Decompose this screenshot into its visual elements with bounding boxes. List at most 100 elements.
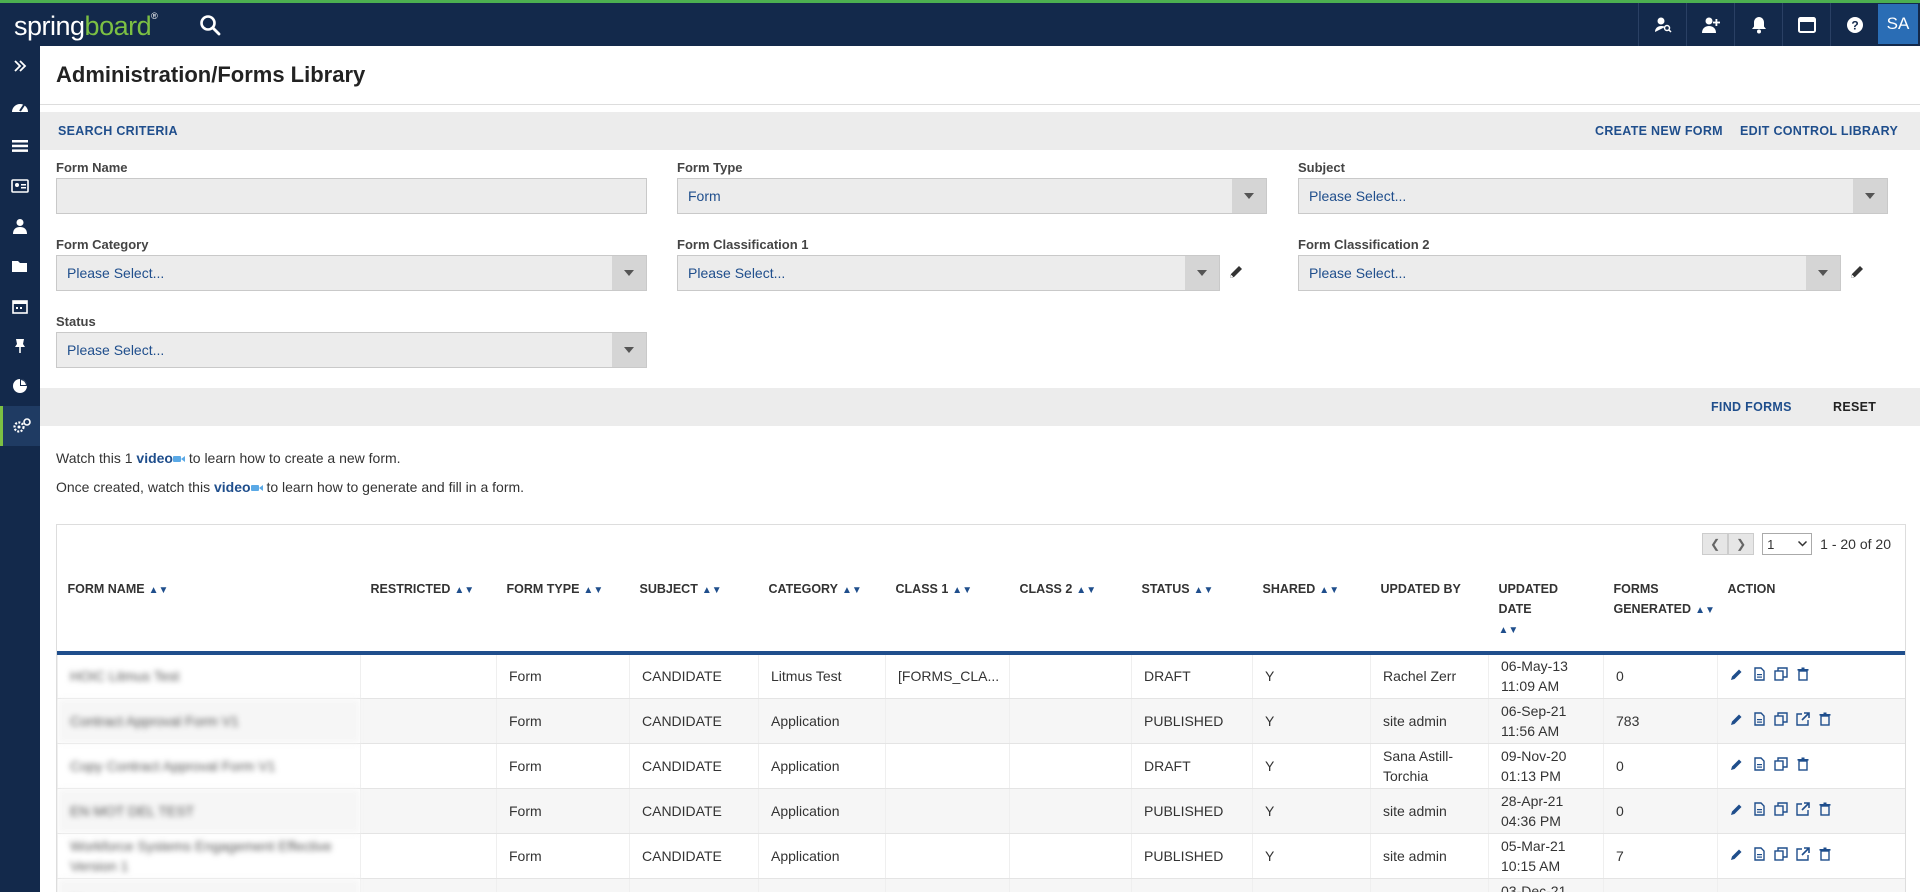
search-criteria-toggle[interactable]: SEARCH CRITERIA bbox=[58, 124, 178, 138]
col-form-name[interactable]: FORM NAME ▲▼ bbox=[57, 569, 361, 655]
video-link-2[interactable]: video bbox=[214, 479, 251, 495]
form-name-input[interactable] bbox=[56, 178, 647, 214]
col-class1[interactable]: CLASS 1 ▲▼ bbox=[885, 569, 1010, 655]
pin-icon[interactable] bbox=[0, 326, 40, 366]
chevron-down-icon[interactable] bbox=[612, 333, 646, 367]
cell-updated-date: 09-Nov-20 01:13 PM bbox=[1488, 743, 1604, 789]
window-icon[interactable] bbox=[1782, 3, 1830, 46]
form-category-value: Please Select... bbox=[67, 265, 165, 281]
add-user-icon[interactable] bbox=[1686, 3, 1734, 46]
copy-icon[interactable] bbox=[1774, 666, 1788, 686]
trash-icon[interactable] bbox=[1818, 846, 1832, 866]
cell-restricted bbox=[360, 878, 497, 892]
form-type-select[interactable]: Form bbox=[677, 178, 1267, 214]
copy-icon[interactable] bbox=[1774, 756, 1788, 776]
subject-select[interactable]: Please Select... bbox=[1298, 178, 1888, 214]
col-class2[interactable]: CLASS 2 ▲▼ bbox=[1009, 569, 1132, 655]
form-classification-1-select[interactable]: Please Select... bbox=[677, 255, 1220, 291]
document-icon[interactable] bbox=[1752, 666, 1766, 686]
trash-icon[interactable] bbox=[1818, 711, 1832, 731]
expand-icon[interactable] bbox=[0, 46, 40, 86]
copy-icon[interactable] bbox=[1774, 846, 1788, 866]
prev-page-button[interactable]: ❮ bbox=[1702, 533, 1729, 555]
status-select[interactable]: Please Select... bbox=[56, 332, 647, 368]
edit-control-library-button[interactable]: EDIT CONTROL LIBRARY bbox=[1740, 124, 1898, 138]
create-new-form-button[interactable]: CREATE NEW FORM bbox=[1595, 124, 1723, 138]
chevron-down-icon[interactable] bbox=[612, 256, 646, 290]
page-select[interactable]: 1 bbox=[1762, 533, 1813, 555]
col-updated-date[interactable]: UPDATED DATE ▲▼ bbox=[1488, 569, 1604, 655]
pencil-icon[interactable] bbox=[1730, 756, 1744, 776]
external-link-icon[interactable] bbox=[1796, 846, 1810, 866]
external-link-icon[interactable] bbox=[1796, 711, 1810, 731]
col-form-type[interactable]: FORM TYPE ▲▼ bbox=[496, 569, 630, 655]
cell-form-name[interactable]: EN MOT DEL TEST bbox=[57, 788, 361, 834]
copy-icon[interactable] bbox=[1774, 801, 1788, 821]
next-page-button[interactable]: ❯ bbox=[1728, 533, 1755, 555]
trash-icon[interactable] bbox=[1796, 666, 1810, 686]
video-link-1[interactable]: video bbox=[136, 450, 173, 466]
document-icon[interactable] bbox=[1752, 756, 1766, 776]
help-icon[interactable]: ? bbox=[1830, 3, 1878, 46]
table-row[interactable]: EN MOT DEL TEST Form CANDIDATE Application P… bbox=[57, 788, 1905, 834]
pencil-icon[interactable] bbox=[1849, 264, 1865, 280]
cell-form-name[interactable]: Workforce Systems Engagement Effective V… bbox=[57, 833, 361, 879]
cell-class1 bbox=[885, 878, 1010, 892]
col-category[interactable]: CATEGORY ▲▼ bbox=[758, 569, 886, 655]
pencil-icon[interactable] bbox=[1730, 711, 1744, 731]
cell-category: Application bbox=[758, 833, 886, 879]
document-icon[interactable] bbox=[1752, 711, 1766, 731]
dashboard-icon[interactable] bbox=[0, 86, 40, 126]
trash-icon[interactable] bbox=[1796, 756, 1810, 776]
form-classification-2-select[interactable]: Please Select... bbox=[1298, 255, 1841, 291]
cell-forms-generated: 7 bbox=[1603, 833, 1718, 879]
table-row[interactable]: HOIC Litmus Test Form CANDIDATE Litmus Test… bbox=[57, 653, 1905, 699]
table-row[interactable]: Copy Contract Approval Form V1 Form CANDID… bbox=[57, 743, 1905, 789]
pie-chart-icon[interactable] bbox=[0, 366, 40, 406]
id-card-icon[interactable] bbox=[0, 166, 40, 206]
table-row[interactable]: Workforce Systems Engagement Effective V… bbox=[57, 833, 1905, 879]
chevron-down-icon[interactable] bbox=[1232, 179, 1266, 213]
cell-class1 bbox=[885, 698, 1010, 744]
user-avatar[interactable]: SA bbox=[1878, 4, 1918, 44]
external-link-icon[interactable] bbox=[1796, 801, 1810, 821]
pencil-icon[interactable] bbox=[1228, 264, 1244, 280]
cell-forms-generated: 0 bbox=[1603, 743, 1718, 789]
table-row[interactable]: Contract Approval Form V1 Form CANDIDATE Ap… bbox=[57, 698, 1905, 744]
col-action: ACTION bbox=[1717, 569, 1905, 655]
col-forms-generated[interactable]: FORMS GENERATED ▲▼ bbox=[1603, 569, 1718, 655]
col-status[interactable]: STATUS ▲▼ bbox=[1131, 569, 1253, 655]
form-category-select[interactable]: Please Select... bbox=[56, 255, 647, 291]
pencil-icon[interactable] bbox=[1730, 846, 1744, 866]
document-icon[interactable] bbox=[1752, 846, 1766, 866]
list-icon[interactable] bbox=[0, 126, 40, 166]
col-restricted[interactable]: RESTRICTED ▲▼ bbox=[360, 569, 497, 655]
document-icon[interactable] bbox=[1752, 801, 1766, 821]
cell-form-name[interactable]: HOIC Litmus Test bbox=[57, 653, 361, 699]
col-subject[interactable]: SUBJECT ▲▼ bbox=[629, 569, 759, 655]
cell-form-name[interactable]: Copy Contract Approval Form V1 bbox=[57, 743, 361, 789]
pencil-icon[interactable] bbox=[1730, 666, 1744, 686]
chevron-down-icon[interactable] bbox=[1853, 179, 1887, 213]
table-row[interactable]: Direct Access FormCANDIDATEOn-Boarding PUB… bbox=[57, 878, 1905, 892]
search-icon[interactable] bbox=[198, 13, 222, 37]
search-person-icon[interactable] bbox=[1638, 3, 1686, 46]
trash-icon[interactable] bbox=[1818, 801, 1832, 821]
calendar-icon[interactable] bbox=[0, 286, 40, 326]
cell-form-name[interactable]: Direct Access bbox=[57, 878, 361, 892]
bell-icon[interactable] bbox=[1734, 3, 1782, 46]
find-forms-button[interactable]: FIND FORMS bbox=[1711, 400, 1792, 414]
col-shared[interactable]: SHARED ▲▼ bbox=[1252, 569, 1371, 655]
copy-icon[interactable] bbox=[1774, 711, 1788, 731]
chevron-down-icon[interactable] bbox=[1185, 256, 1219, 290]
cell-shared: Y bbox=[1252, 878, 1371, 892]
person-icon[interactable] bbox=[0, 206, 40, 246]
sidebar bbox=[0, 46, 40, 892]
reset-button[interactable]: RESET bbox=[1833, 400, 1876, 414]
chevron-down-icon[interactable] bbox=[1806, 256, 1840, 290]
pencil-icon[interactable] bbox=[1730, 801, 1744, 821]
springboard-logo[interactable]: springboard® bbox=[14, 11, 158, 42]
folder-icon[interactable] bbox=[0, 246, 40, 286]
settings-icon[interactable] bbox=[0, 406, 40, 446]
cell-form-name[interactable]: Contract Approval Form V1 bbox=[57, 698, 361, 744]
